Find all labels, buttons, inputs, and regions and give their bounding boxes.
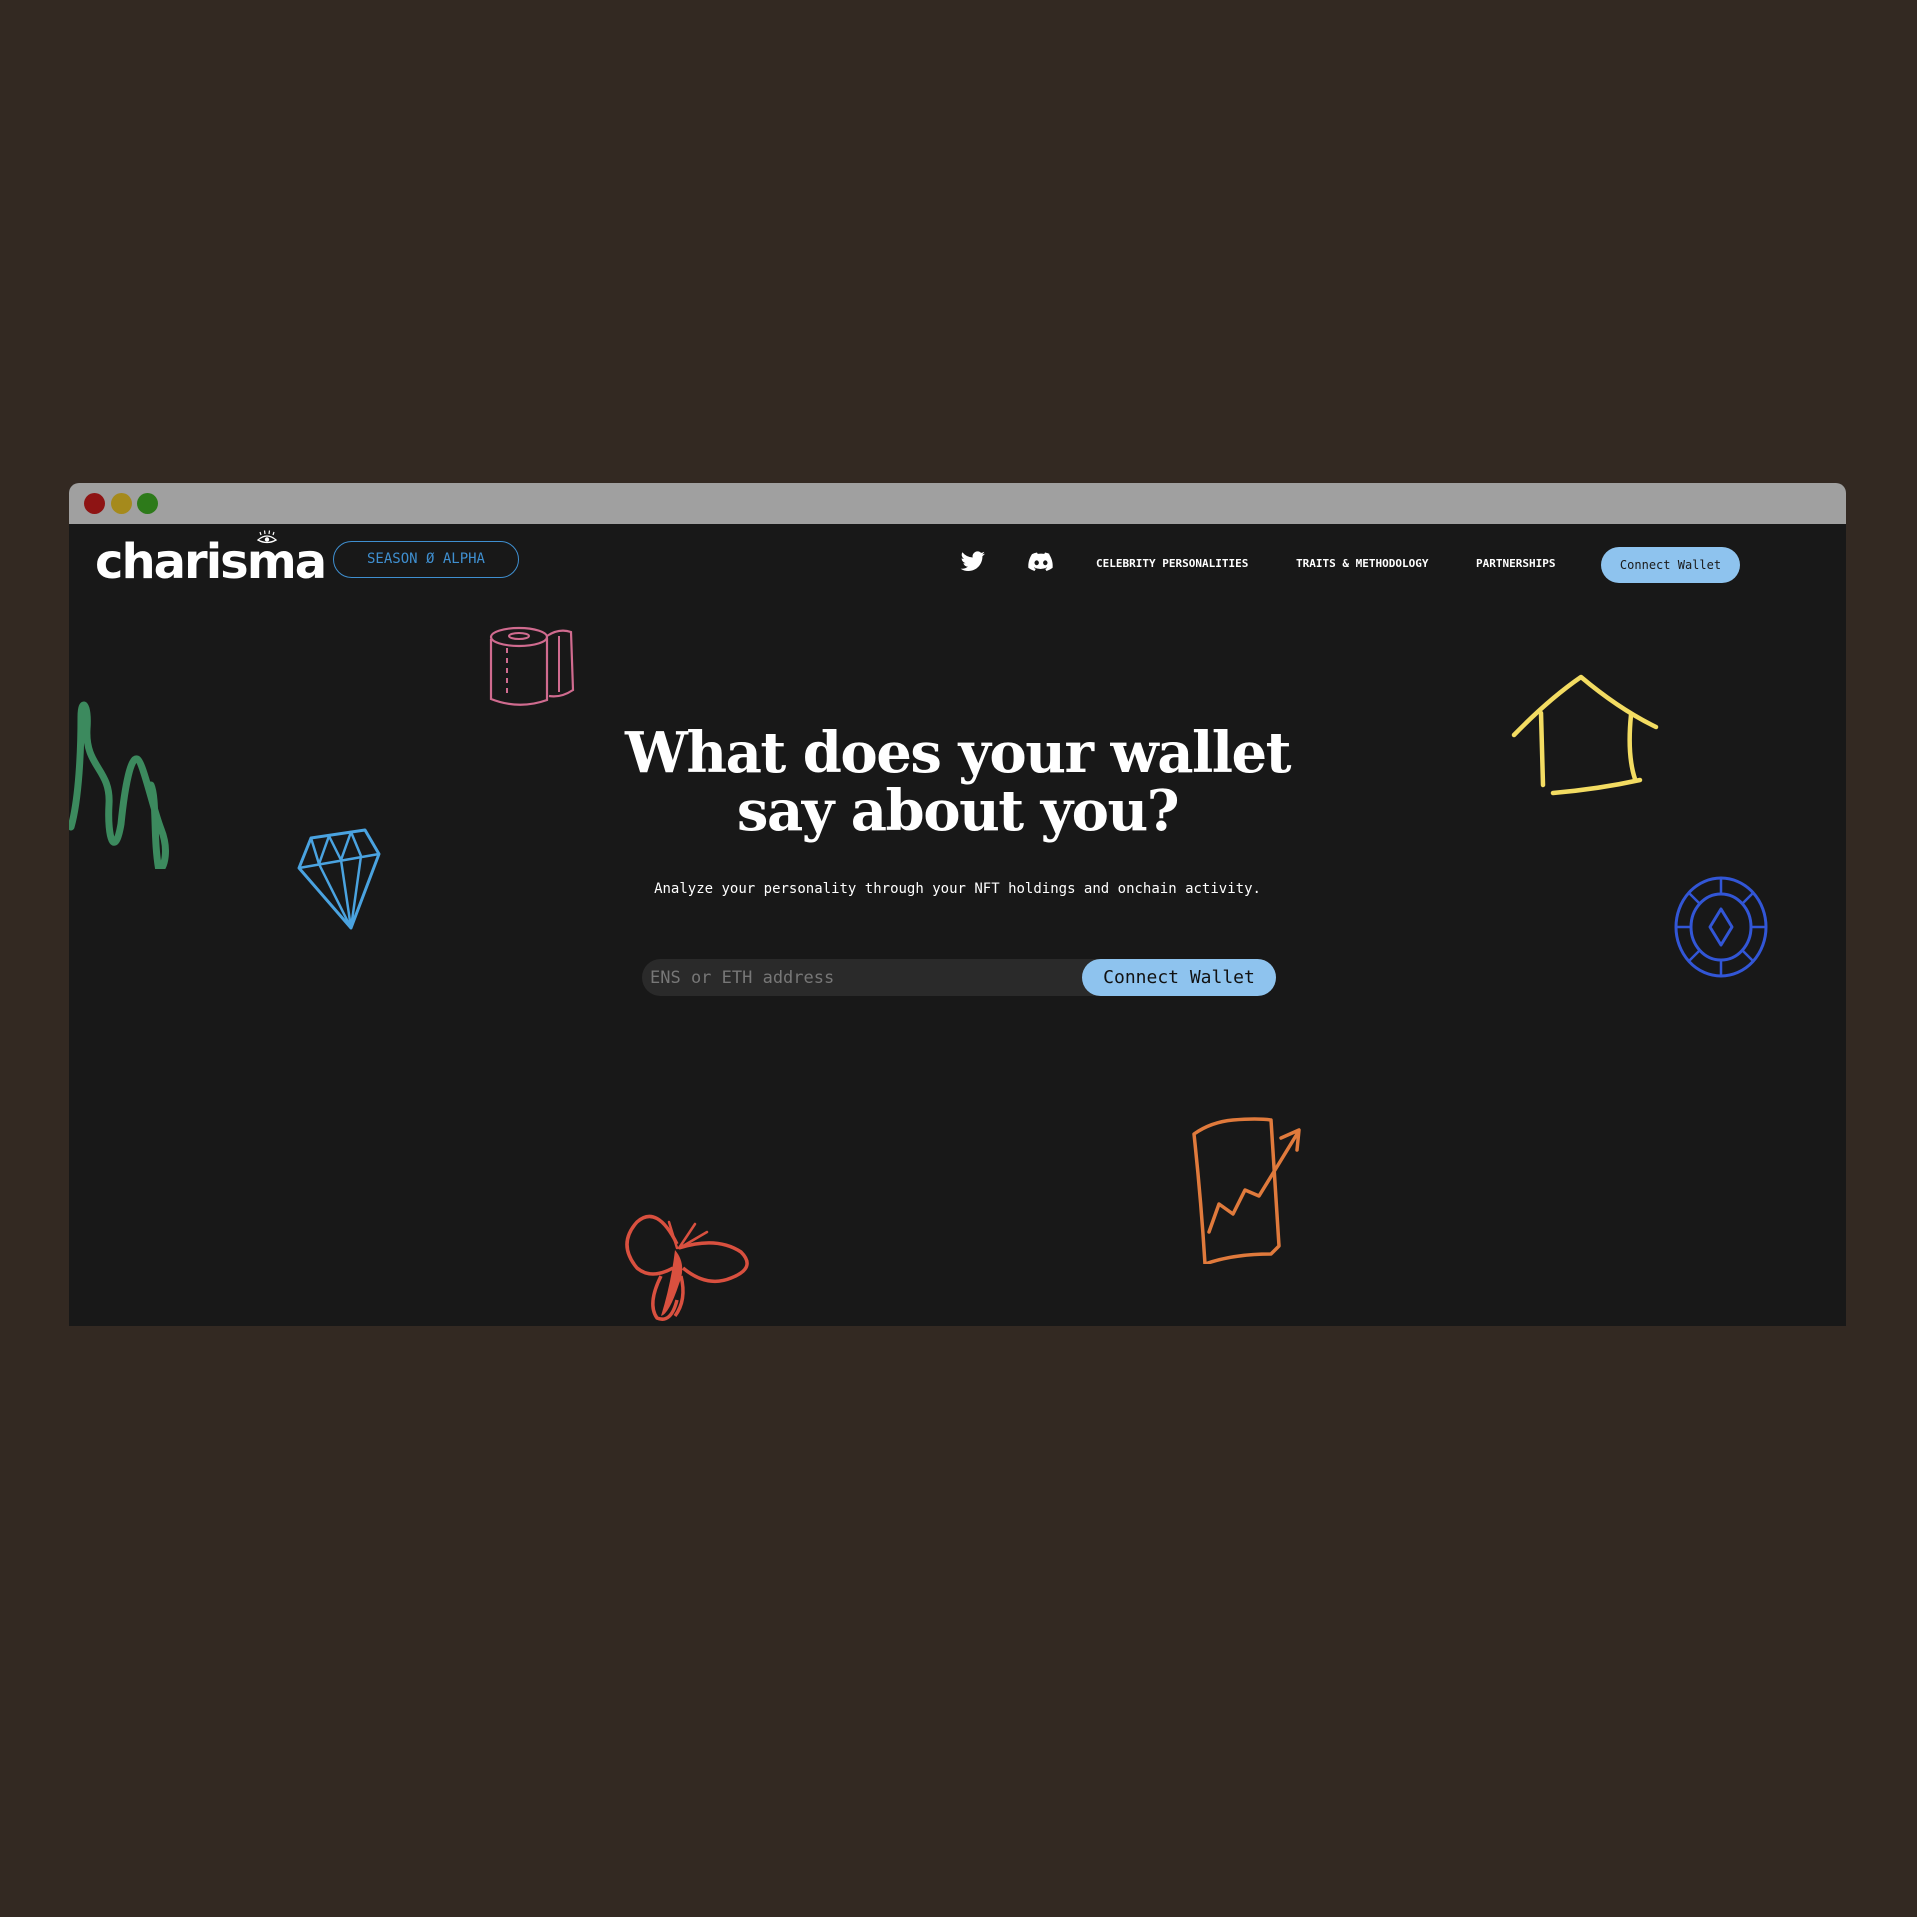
window-titlebar — [69, 483, 1846, 524]
connect-wallet-button[interactable]: Connect Wallet — [1082, 959, 1276, 996]
eye-icon — [256, 530, 278, 544]
house-icon — [1511, 674, 1659, 796]
browser-window: charisma SEASON Ø ALPHA CELEBRITY PERSON… — [69, 483, 1846, 1326]
minimize-window-button[interactable] — [111, 493, 132, 514]
nav-link-partnerships[interactable]: PARTNERSHIPS — [1476, 557, 1555, 570]
coin-icon — [1674, 876, 1768, 978]
toilet-paper-icon — [489, 626, 575, 706]
nav-link-celebrity-personalities[interactable]: CELEBRITY PERSONALITIES — [1096, 557, 1248, 570]
diamond-icon — [297, 828, 381, 930]
discord-icon[interactable] — [1028, 551, 1054, 573]
season-badge[interactable]: SEASON Ø ALPHA — [333, 541, 519, 578]
maximize-window-button[interactable] — [137, 493, 158, 514]
header-connect-wallet-button[interactable]: Connect Wallet — [1601, 547, 1740, 583]
wallet-search-bar: Connect Wallet — [642, 959, 1276, 996]
butterfly-icon — [625, 1214, 749, 1321]
chart-document-icon — [1192, 1117, 1301, 1264]
charisma-logo[interactable]: charisma — [95, 534, 327, 590]
twitter-icon[interactable] — [960, 551, 986, 573]
close-window-button[interactable] — [84, 493, 105, 514]
landing-page: charisma SEASON Ø ALPHA CELEBRITY PERSON… — [69, 524, 1846, 1326]
nav-link-traits-methodology[interactable]: TRAITS & METHODOLOGY — [1296, 557, 1428, 570]
address-input[interactable] — [642, 959, 1082, 996]
scribble — [69, 701, 169, 869]
